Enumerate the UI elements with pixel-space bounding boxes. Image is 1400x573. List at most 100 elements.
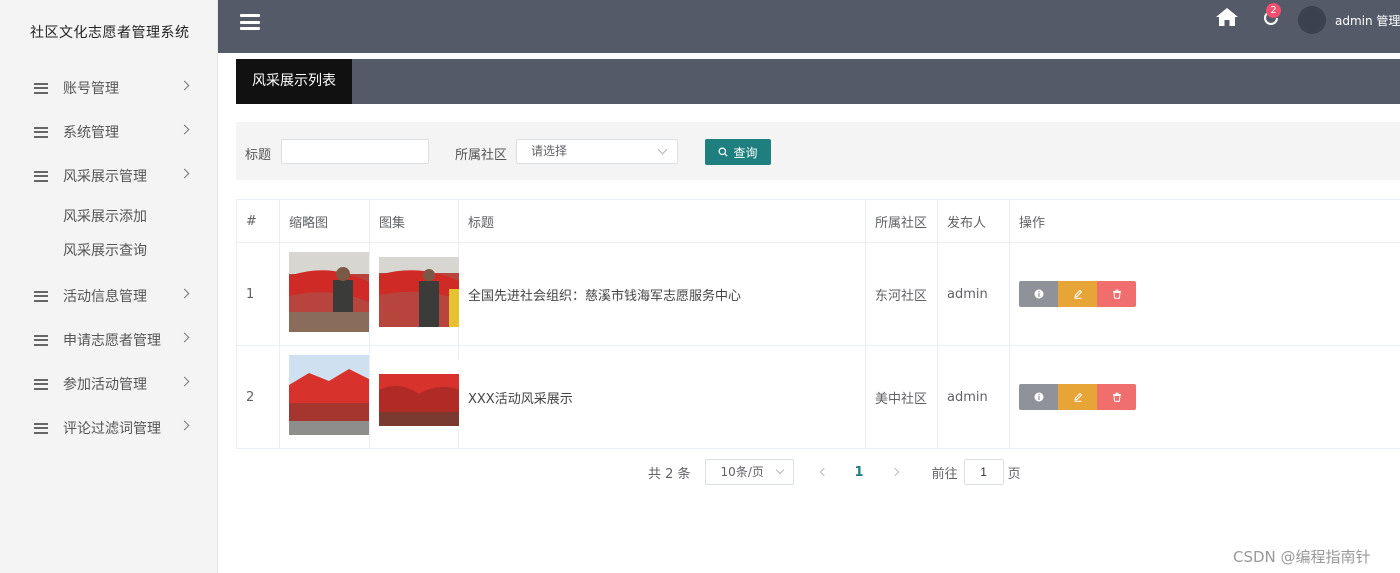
row-index: 2 xyxy=(236,345,280,449)
hamburger-menu-icon[interactable] xyxy=(240,14,260,30)
row-community: 美中社区 xyxy=(865,345,938,449)
trash-icon xyxy=(1112,392,1121,402)
chevron-right-icon xyxy=(179,168,190,179)
tab-showcase-list[interactable]: 风采展示列表 xyxy=(236,59,352,104)
page-size-select[interactable]: 10条/页 xyxy=(704,459,794,485)
chevron-right-icon xyxy=(179,332,190,343)
avatar[interactable] xyxy=(1298,6,1326,34)
query-button[interactable]: 查询 xyxy=(705,139,771,165)
home-icon[interactable] xyxy=(1215,7,1239,27)
chevron-right-icon xyxy=(179,80,190,91)
row-actions xyxy=(1009,242,1400,346)
sidebar-item-volunteer-apply[interactable]: 申请志愿者管理 xyxy=(0,318,217,362)
sidebar-item-label: 申请志愿者管理 xyxy=(63,333,161,349)
chevron-right-icon xyxy=(179,288,190,299)
sidebar-item-join-activity[interactable]: 参加活动管理 xyxy=(0,362,217,406)
community-label: 所属社区 xyxy=(455,148,508,163)
gallery-cell xyxy=(369,345,459,449)
row-title: 全国先进社会组织：慈溪市钱海军志愿服务中心 xyxy=(458,242,866,346)
page-suffix: 页 xyxy=(1007,466,1021,482)
sidebar-item-label: 参加活动管理 xyxy=(63,377,147,393)
page-number-current[interactable]: 1 xyxy=(855,465,864,480)
sidebar-menu: 账号管理 系统管理 风采展示管理 风采展示添加 风采展示查询 活动信息管理 申请… xyxy=(0,66,217,450)
menu-icon xyxy=(34,378,48,390)
action-group xyxy=(1019,384,1400,410)
pagination: 共 2 条 10条/页 1 前往 页 xyxy=(648,459,1021,485)
sidebar-item-system[interactable]: 系统管理 xyxy=(0,110,217,154)
notification-badge: 2 xyxy=(1266,3,1281,18)
column-header-thumbnail: 缩略图 xyxy=(279,199,370,243)
chevron-right-icon xyxy=(179,420,190,431)
table-row: 2 XXX活动风采展示 美中社区 admin xyxy=(236,345,1400,449)
thumbnail-image[interactable] xyxy=(289,355,369,435)
chevron-right-icon xyxy=(179,124,190,135)
gallery-image[interactable] xyxy=(379,360,459,430)
action-group xyxy=(1019,281,1400,307)
edit-icon xyxy=(1073,289,1082,299)
sidebar-subitem-showcase-add[interactable]: 风采展示添加 xyxy=(0,200,217,234)
edit-button[interactable] xyxy=(1058,384,1097,410)
column-header-community: 所属社区 xyxy=(865,199,938,243)
delete-button[interactable] xyxy=(1097,384,1136,410)
title-input[interactable] xyxy=(281,139,429,164)
menu-icon xyxy=(34,82,48,94)
sidebar-subitem-showcase-query[interactable]: 风采展示查询 xyxy=(0,234,217,268)
sidebar: 社区文化志愿者管理系统 账号管理 系统管理 风采展示管理 风采展示添加 风采展示… xyxy=(0,0,218,573)
edit-icon xyxy=(1073,392,1082,402)
gallery-image[interactable] xyxy=(379,257,459,327)
sidebar-item-comment-filter[interactable]: 评论过滤词管理 xyxy=(0,406,217,450)
column-header-title: 标题 xyxy=(458,199,866,243)
chevron-right-icon xyxy=(179,376,190,387)
app-title: 社区文化志愿者管理系统 xyxy=(30,25,190,41)
detail-button[interactable] xyxy=(1019,384,1058,410)
info-icon xyxy=(1034,289,1043,299)
row-index: 1 xyxy=(236,242,280,346)
sidebar-item-account[interactable]: 账号管理 xyxy=(0,66,217,110)
row-community: 东河社区 xyxy=(865,242,938,346)
row-title: XXX活动风采展示 xyxy=(458,345,866,449)
watermark-text: CSDN @编程指南针 xyxy=(1233,548,1371,566)
top-bar: 2 admin 管理员 xyxy=(218,0,1400,53)
goto-label: 前往 xyxy=(931,466,958,482)
menu-icon xyxy=(34,170,48,182)
sidebar-item-label: 活动信息管理 xyxy=(63,289,147,305)
sidebar-item-label: 系统管理 xyxy=(63,125,119,141)
next-page-button[interactable] xyxy=(890,467,899,477)
prev-page-button[interactable] xyxy=(819,467,828,477)
column-header-index: # xyxy=(236,199,280,243)
community-select[interactable]: 请选择 xyxy=(516,139,678,164)
column-header-publisher: 发布人 xyxy=(937,199,1010,243)
sidebar-item-label: 评论过滤词管理 xyxy=(63,421,161,437)
pagination-total: 共 2 条 xyxy=(648,466,691,482)
edit-button[interactable] xyxy=(1058,281,1097,307)
query-button-label: 查询 xyxy=(733,145,758,160)
gallery-cell xyxy=(369,242,459,346)
community-select-placeholder: 请选择 xyxy=(531,144,568,158)
thumbnail-cell xyxy=(279,242,370,346)
menu-icon xyxy=(34,290,48,302)
title-label: 标题 xyxy=(245,148,272,163)
menu-icon xyxy=(34,422,48,434)
menu-icon xyxy=(34,334,48,346)
page-size-value: 10条/页 xyxy=(720,465,764,479)
sidebar-item-activity-info[interactable]: 活动信息管理 xyxy=(0,274,217,318)
chevron-down-icon xyxy=(657,144,668,155)
app-root: 社区文化志愿者管理系统 账号管理 系统管理 风采展示管理 风采展示添加 风采展示… xyxy=(0,0,1400,573)
sidebar-item-label: 账号管理 xyxy=(63,81,119,97)
thumbnail-image[interactable] xyxy=(289,252,369,332)
table-row: 1 全国先进社会组织：慈溪市钱海军志愿服务中心 东河社区 admin xyxy=(236,242,1400,346)
row-publisher: admin xyxy=(937,345,1010,449)
sidebar-submenu: 风采展示添加 风采展示查询 xyxy=(0,198,217,274)
thumbnail-cell xyxy=(279,345,370,449)
search-bar: 标题 所属社区 请选择 查询 xyxy=(236,122,1400,180)
delete-button[interactable] xyxy=(1097,281,1136,307)
chevron-down-icon xyxy=(775,465,784,475)
showcase-table: # 缩略图 图集 标题 所属社区 发布人 操作 1 全国先进社会组织：慈溪市钱海… xyxy=(236,199,1400,449)
tabs-bar: 风采展示列表 xyxy=(236,59,1400,104)
column-header-gallery: 图集 xyxy=(369,199,459,243)
detail-button[interactable] xyxy=(1019,281,1058,307)
user-name[interactable]: admin 管理员 xyxy=(1335,12,1400,29)
goto-page-input[interactable] xyxy=(963,459,1004,485)
sidebar-item-showcase[interactable]: 风采展示管理 xyxy=(0,154,217,198)
search-icon xyxy=(718,147,729,157)
